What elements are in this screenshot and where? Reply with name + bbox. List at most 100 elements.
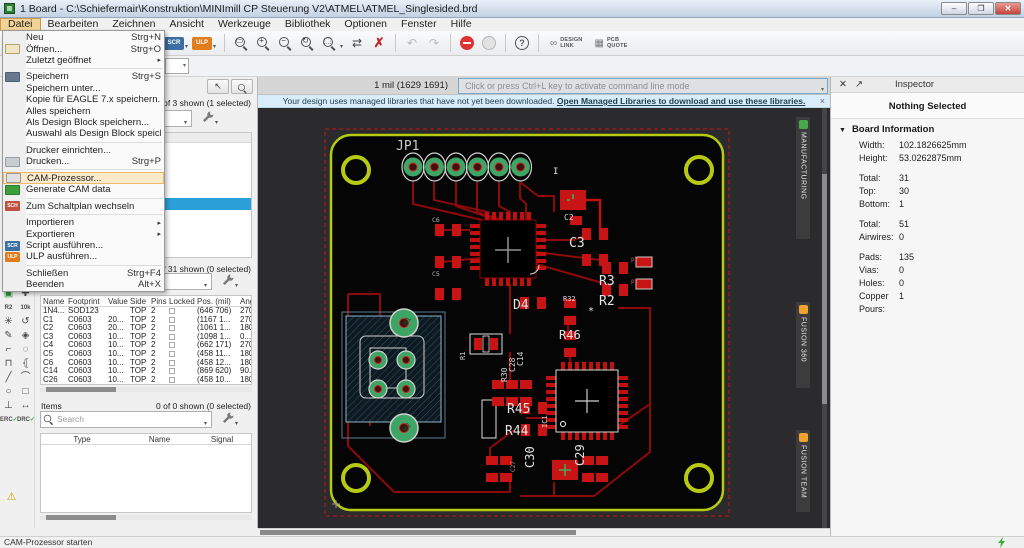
file-menu-item[interactable]: Zuletzt geöffnet▸ bbox=[3, 55, 164, 66]
table-row[interactable]: 1N4...SOD123TOP2(646 706)270 bbox=[41, 307, 251, 316]
lock-tool[interactable]: ⊓ bbox=[0, 357, 17, 371]
help-icon[interactable]: ? bbox=[511, 33, 533, 53]
stop-icon[interactable] bbox=[456, 33, 478, 53]
zoom-redraw-icon[interactable]: ↻ bbox=[296, 33, 318, 53]
ratsnest-icon[interactable]: ✗ bbox=[368, 33, 390, 53]
file-menu-item[interactable]: SpeichernStrg+S bbox=[3, 71, 164, 82]
arc-tool[interactable]: ⌒ bbox=[17, 371, 34, 385]
items-table[interactable]: TypeNameSignal bbox=[40, 433, 252, 513]
file-menu-item[interactable]: CAM-Prozessor... bbox=[3, 172, 164, 184]
paint-tool[interactable]: ✎ bbox=[0, 329, 17, 343]
side-tab-fusion-360[interactable]: FUSION 360 bbox=[795, 301, 811, 389]
refresh-icon[interactable]: ⇄ bbox=[346, 33, 368, 53]
column-header[interactable]: Pos. (mil) bbox=[195, 296, 238, 306]
file-menu-item[interactable]: NeuStrg+N bbox=[3, 32, 164, 43]
file-menu-item[interactable]: Alles speichern bbox=[3, 105, 164, 116]
open-managed-libraries-link[interactable]: Open Managed Libraries to download and u… bbox=[557, 96, 805, 106]
table-row[interactable]: C4C060310...TOP2(662 171)270 bbox=[41, 341, 251, 350]
name-tool[interactable]: ◈ bbox=[17, 329, 34, 343]
pcb-quote-button[interactable]: ▦ PCB QUOTE bbox=[594, 37, 627, 49]
errors-warning-icon[interactable]: ⚠ bbox=[3, 490, 20, 504]
items-hscrollbar[interactable] bbox=[40, 515, 252, 520]
minimize-button[interactable]: – bbox=[941, 2, 967, 15]
run-ulp-button[interactable]: ULP bbox=[192, 37, 212, 50]
file-menu-item[interactable]: Drucken...Strg+P bbox=[3, 156, 164, 167]
zoom-fit-icon[interactable]: ▭ bbox=[230, 33, 252, 53]
measure-tool[interactable]: ↔ bbox=[17, 399, 34, 413]
smash-tool[interactable]: ✳ bbox=[0, 315, 17, 329]
inspector-popout-icon[interactable]: ↗ bbox=[855, 79, 863, 90]
panel-select-button[interactable]: ↖ bbox=[207, 79, 229, 94]
zoom-in-icon[interactable]: + bbox=[252, 33, 274, 53]
drc-tool[interactable]: DRC✓ bbox=[17, 413, 34, 427]
parts-settings-wrench-icon[interactable]: ▾ bbox=[221, 273, 239, 289]
column-header[interactable]: Value bbox=[106, 296, 128, 306]
table-row[interactable]: C26C060310...TOP2(458 10...180 bbox=[41, 376, 251, 385]
menubar-item-hilfe[interactable]: Hilfe bbox=[444, 18, 479, 31]
restore-button[interactable]: ❐ bbox=[968, 2, 994, 15]
zoom-select-icon[interactable]: ⬚ bbox=[318, 33, 340, 53]
file-menu-item[interactable]: Generate CAM data bbox=[3, 184, 164, 195]
side-tab-manufacturing[interactable]: MANUFACTURING bbox=[795, 116, 811, 240]
column-header[interactable]: Signal bbox=[196, 434, 246, 444]
menubar-item-werkzeuge[interactable]: Werkzeuge bbox=[211, 18, 278, 31]
file-menu-item[interactable]: SchließenStrg+F4 bbox=[3, 268, 164, 279]
section1-settings-wrench-icon[interactable]: ▾ bbox=[201, 110, 219, 126]
menubar-item-ansicht[interactable]: Ansicht bbox=[163, 18, 211, 31]
file-menu-item[interactable]: Speichern unter... bbox=[3, 83, 164, 94]
close-button[interactable]: ✕ bbox=[995, 2, 1021, 15]
board-information-header[interactable]: ▼Board Information bbox=[831, 119, 1024, 139]
file-menu-item[interactable]: Kopie für EAGLE 7.x speichern... bbox=[3, 94, 164, 105]
table-row[interactable]: C3C060310...TOP2(1098 1...0... bbox=[41, 333, 251, 342]
items-settings-wrench-icon[interactable]: ▾ bbox=[221, 411, 239, 427]
circle-tool[interactable]: ○ bbox=[0, 385, 17, 399]
file-menu-item[interactable]: SCHZum Schaltplan wechseln bbox=[3, 201, 164, 212]
table-row[interactable]: C1C060320...TOP2(1167 1...270 bbox=[41, 316, 251, 325]
file-menu-item[interactable]: SCRScript ausführen... bbox=[3, 240, 164, 251]
file-menu-item[interactable]: Drucker einrichten... bbox=[3, 145, 164, 156]
dimension-tool[interactable]: ⊥ bbox=[0, 399, 17, 413]
menubar-item-fenster[interactable]: Fenster bbox=[394, 18, 444, 31]
menubar-item-optionen[interactable]: Optionen bbox=[337, 18, 394, 31]
file-menu-item[interactable]: Exportieren▸ bbox=[3, 228, 164, 239]
group-move-tool[interactable]: ↺ bbox=[17, 315, 34, 329]
meander2-tool[interactable]: ⦃ bbox=[17, 357, 34, 371]
inspector-close-icon[interactable]: ✕ bbox=[839, 79, 847, 90]
menubar-item-bibliothek[interactable]: Bibliothek bbox=[278, 18, 338, 31]
value-tool[interactable]: 10k bbox=[17, 301, 34, 315]
board-canvas[interactable]: JP1C6C5IC2C3R3R2p2p1D4R32R46*R30C28C14R1… bbox=[258, 108, 830, 528]
column-header[interactable]: Name bbox=[121, 434, 196, 444]
miter-tool[interactable]: ⌐ bbox=[0, 343, 17, 357]
grid-combo[interactable]: ▾ bbox=[165, 58, 189, 74]
table-row[interactable]: C5C060310...TOP2(458 11...180 bbox=[41, 350, 251, 359]
table-row[interactable]: C6C060310...TOP2(458 12...180 bbox=[41, 359, 251, 368]
run-script-button[interactable]: SCR bbox=[164, 37, 184, 50]
design-link-button[interactable]: ∞ DESIGN LINK bbox=[550, 37, 582, 49]
file-menu-item[interactable]: Öffnen...Strg+O bbox=[3, 43, 164, 54]
side-tab-fusion-team[interactable]: FUSION TEAM bbox=[795, 429, 811, 513]
file-menu-item[interactable]: Auswahl als Design Block speichern... bbox=[3, 128, 164, 139]
items-search-input[interactable]: Search▾ bbox=[40, 411, 212, 428]
column-header[interactable]: Locked bbox=[167, 296, 195, 306]
notification-close-icon[interactable]: × bbox=[820, 95, 825, 108]
table-row[interactable]: C14C060310...TOP2(869 620)90... bbox=[41, 367, 251, 376]
column-header[interactable]: Footprint bbox=[66, 296, 106, 306]
command-line-input[interactable]: Click or press Ctrl+L key to activate co… bbox=[458, 78, 828, 94]
panel-zoom-button[interactable] bbox=[231, 79, 253, 94]
file-menu-item[interactable]: BeendenAlt+X bbox=[3, 279, 164, 290]
column-header[interactable]: Side bbox=[128, 296, 149, 306]
wire-tool[interactable]: ╱ bbox=[0, 371, 17, 385]
column-header[interactable]: Pins bbox=[149, 296, 167, 306]
rect-tool[interactable]: □ bbox=[17, 385, 34, 399]
zoom-out-icon[interactable]: − bbox=[274, 33, 296, 53]
parts-hscrollbar[interactable] bbox=[40, 387, 252, 392]
canvas-vscrollbar[interactable] bbox=[822, 108, 827, 528]
replace-tool[interactable]: R2 bbox=[0, 301, 17, 315]
canvas-hscrollbar[interactable] bbox=[258, 528, 830, 536]
erc-tool[interactable]: ERC✓ bbox=[0, 413, 17, 427]
table-row[interactable]: C2C060320...TOP2(1061 1...180 bbox=[41, 324, 251, 333]
column-header[interactable]: Name bbox=[41, 296, 66, 306]
file-menu-item[interactable]: Als Design Block speichern... bbox=[3, 117, 164, 128]
file-menu-item[interactable]: ULPULP ausführen... bbox=[3, 251, 164, 262]
file-menu-item[interactable]: Importieren▸ bbox=[3, 217, 164, 228]
